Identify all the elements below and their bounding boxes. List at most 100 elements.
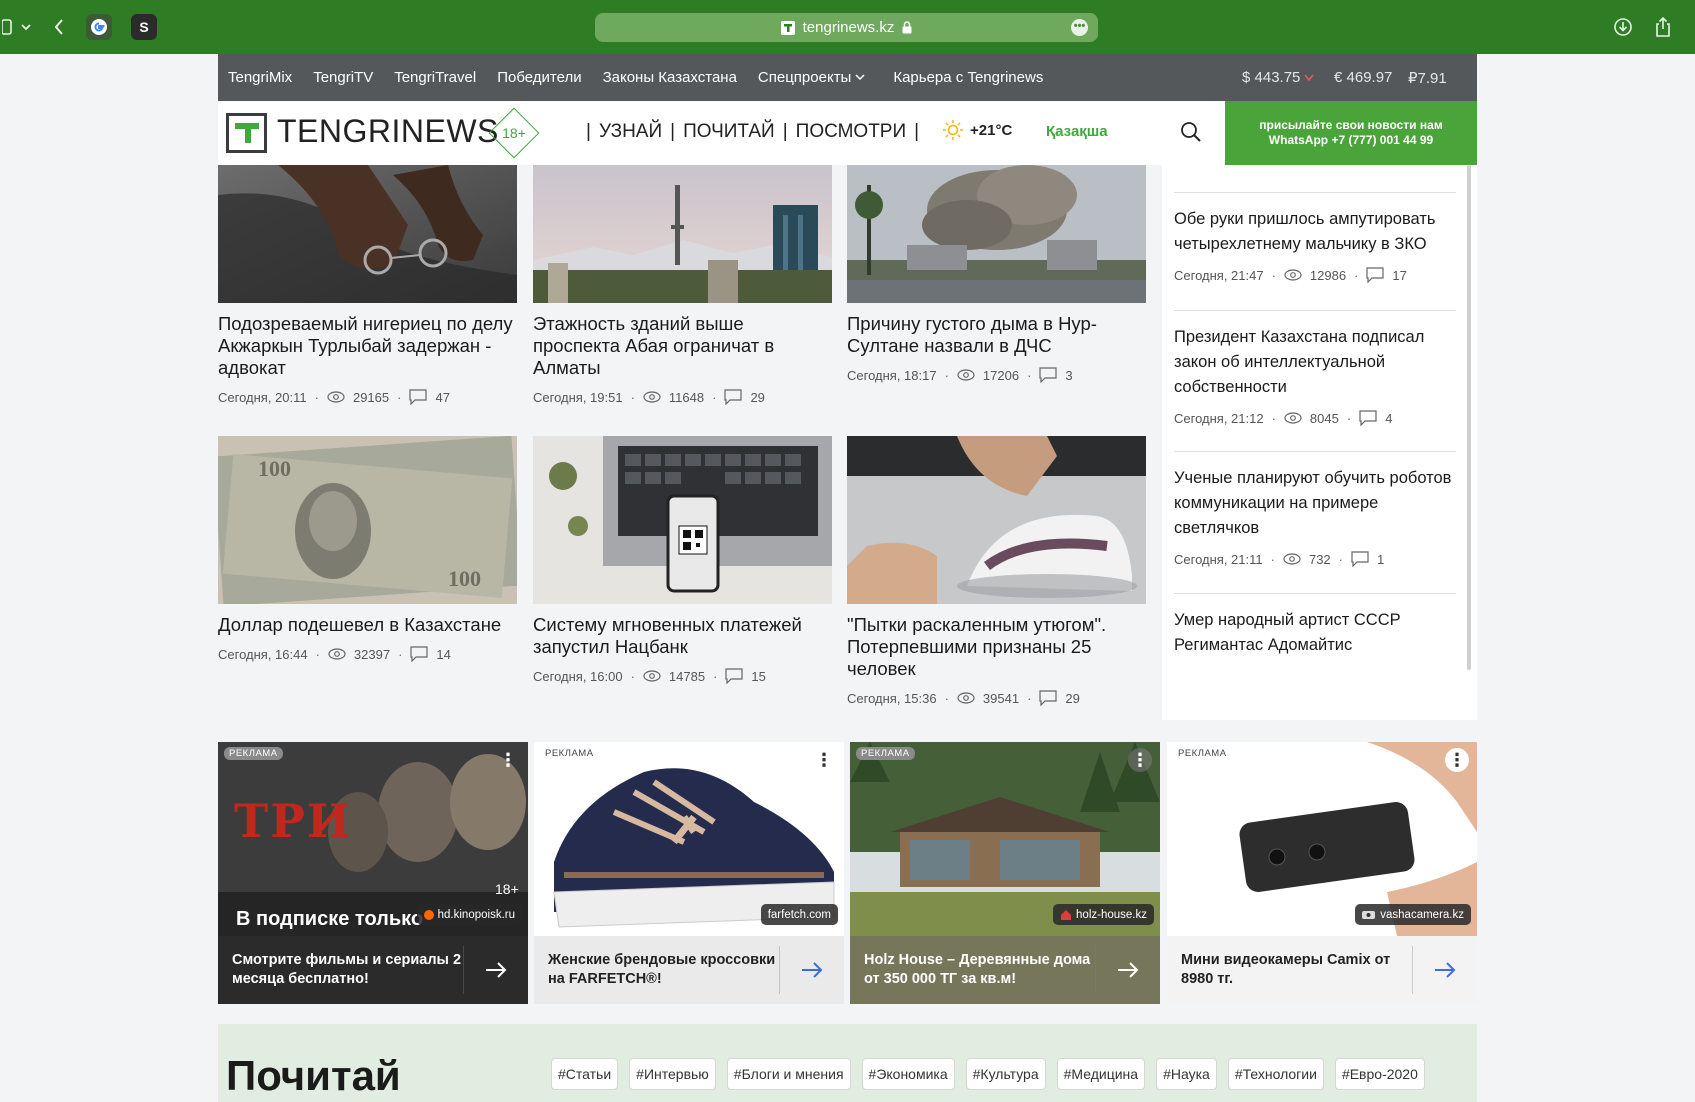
views-icon: [328, 648, 346, 660]
views-icon: [327, 391, 345, 403]
ad-vashacamera[interactable]: РЕКЛАМА ⋮ vashacamera.kz Мини видеокамер…: [1167, 742, 1477, 1004]
tag-interviews[interactable]: #Интервью: [629, 1058, 716, 1090]
search-icon[interactable]: [1180, 121, 1202, 148]
ad-menu-icon[interactable]: ⋮: [812, 748, 836, 772]
section-learn[interactable]: УЗНАЙ: [599, 121, 662, 143]
news-image-almaty[interactable]: [533, 165, 832, 303]
sidebar-news-item[interactable]: Президент Казахстана подписал закон об и…: [1174, 310, 1456, 426]
news-views: 11648: [668, 389, 705, 405]
ad-kinopoisk[interactable]: ТРИ В подписке только 18+ РЕКЛАМА ⋮ hd.k…: [218, 742, 528, 1004]
tag-medicine[interactable]: #Медицина: [1056, 1058, 1146, 1090]
ad-menu-icon[interactable]: ⋮: [1445, 748, 1469, 772]
views-icon: [1284, 412, 1302, 424]
news-meta: Сегодня, 21:11 · 732 · 1: [1174, 551, 1385, 567]
logo-text[interactable]: TENGRINEWS: [277, 113, 499, 150]
whatsapp-banner[interactable]: присылайте свои новости нам WhatsApp +7 …: [1225, 101, 1477, 165]
sidebar-news-title[interactable]: Президент Казахстана подписал закон об и…: [1174, 325, 1456, 400]
language-switch[interactable]: Қазақша: [1046, 123, 1108, 140]
section-read[interactable]: ПОЧИТАЙ: [683, 121, 775, 143]
comments-icon: [1039, 690, 1058, 706]
tag-list: #Статьи #Интервью #Блоги и мнения #Эконо…: [551, 1058, 1425, 1090]
news-views: 39541: [982, 690, 1020, 706]
sidebar-news-item[interactable]: Ученые планируют обучить роботов коммуни…: [1174, 451, 1456, 567]
nav-item-career[interactable]: Карьера с Tengrinews: [893, 69, 1043, 86]
sidebar-news-item[interactable]: Обе руки пришлось ампутировать четырехле…: [1174, 192, 1456, 283]
news-title[interactable]: Этажность зданий выше проспекта Абая огр…: [533, 313, 832, 379]
back-icon[interactable]: [48, 12, 70, 42]
news-title[interactable]: Подозреваемый нигериец по делу Акжаркын …: [218, 313, 517, 379]
read-section-title[interactable]: Почитай: [226, 1052, 401, 1100]
section-separator: |: [782, 121, 788, 142]
ad-domain: holz-house.kz: [1053, 904, 1154, 925]
news-image-iron[interactable]: [847, 436, 1146, 604]
s-tab-icon[interactable]: S: [131, 14, 157, 40]
ad-holz-house[interactable]: РЕКЛАМА ⋮ holz-house.kz Holz House – Дер…: [850, 742, 1160, 1004]
arrow-right-icon[interactable]: [1095, 946, 1160, 994]
news-card[interactable]: 100 100 Доллар подешевел в Казахстане Се…: [218, 436, 517, 662]
tag-culture[interactable]: #Культура: [965, 1058, 1046, 1090]
nav-item-tengrimix[interactable]: TengriMix: [228, 69, 292, 86]
sidebar-news-title[interactable]: Умер народный артист СССР Регимантас Адо…: [1174, 608, 1456, 658]
weather-widget[interactable]: +21°C: [942, 119, 1012, 141]
sidebar-news-item[interactable]: Умер народный артист СССР Регимантас Адо…: [1174, 593, 1456, 658]
news-title[interactable]: "Пытки раскаленным утюгом". Потерпевшими…: [847, 614, 1146, 680]
news-image-dollars[interactable]: 100 100: [218, 436, 517, 604]
tag-science[interactable]: #Наука: [1156, 1058, 1217, 1090]
news-views: 32397: [353, 646, 391, 662]
ad-menu-icon[interactable]: ⋮: [1128, 748, 1152, 772]
tag-euro-2020[interactable]: #Евро-2020: [1334, 1058, 1425, 1090]
news-title[interactable]: Причину густого дыма в Нур-Султане назва…: [847, 313, 1146, 357]
nav-item-tengritv[interactable]: TengriTV: [313, 69, 373, 86]
sidebar-icon[interactable]: [0, 12, 14, 42]
whatsapp-line1: присылайте свои новости нам: [1259, 118, 1443, 132]
sidebar-scrollbar[interactable]: [1467, 165, 1471, 670]
download-icon[interactable]: [1612, 12, 1634, 42]
ad-domain-text: holz-house.kz: [1076, 908, 1147, 921]
section-watch[interactable]: ПОСМОТРИ: [796, 121, 906, 143]
news-card[interactable]: Подозреваемый нигериец по делу Акжаркын …: [218, 165, 517, 405]
nav-item-laws[interactable]: Законы Казахстана: [603, 69, 737, 86]
nav-item-tengritravel[interactable]: TengriTravel: [394, 69, 476, 86]
share-icon[interactable]: [1652, 12, 1674, 42]
google-tab-icon[interactable]: [86, 14, 112, 40]
sidebar-news-title[interactable]: Обе руки пришлось ампутировать четырехле…: [1174, 207, 1456, 257]
arrow-right-icon[interactable]: [463, 946, 528, 994]
arrow-right-icon[interactable]: [1412, 946, 1477, 994]
ad-farfetch[interactable]: РЕКЛАМА ⋮ farfetch.com Женские брендовые…: [534, 742, 844, 1004]
tag-economy[interactable]: #Экономика: [861, 1058, 955, 1090]
ad-footer[interactable]: Holz House – Деревянные дома от 350 000 …: [850, 936, 1160, 1004]
ad-footer[interactable]: Женские брендовые кроссовки на FARFETCH®…: [534, 936, 844, 1004]
ad-footer[interactable]: Смотрите фильмы и сериалы 2 месяца беспл…: [218, 936, 528, 1004]
more-icon[interactable]: •••: [1071, 19, 1088, 36]
ad-domain: farfetch.com: [760, 904, 838, 925]
nav-item-winners[interactable]: Победители: [497, 69, 581, 86]
comments-icon: [724, 389, 743, 405]
section-nav: | УЗНАЙ | ПОЧИТАЙ | ПОСМОТРИ |: [586, 121, 919, 143]
ad-menu-icon[interactable]: ⋮: [496, 748, 520, 772]
news-card[interactable]: Этажность зданий выше проспекта Абая огр…: [533, 165, 832, 405]
news-title[interactable]: Систему мгновенных платежей запустил Нац…: [533, 614, 832, 658]
chevron-down-icon[interactable]: [855, 74, 865, 81]
tag-articles[interactable]: #Статьи: [551, 1058, 619, 1090]
chevron-down-icon[interactable]: [18, 12, 34, 42]
ad-footer[interactable]: Мини видеокамеры Camix от 8980 тг.: [1167, 936, 1477, 1004]
news-title[interactable]: Доллар подешевел в Казахстане: [218, 614, 517, 636]
views-icon: [957, 369, 975, 381]
tag-blogs[interactable]: #Блоги и мнения: [726, 1058, 851, 1090]
news-card[interactable]: Причину густого дыма в Нур-Султане назва…: [847, 165, 1146, 383]
news-image-smoke[interactable]: [847, 165, 1146, 303]
logo-icon[interactable]: [226, 113, 267, 153]
sidebar-news-title[interactable]: Ученые планируют обучить роботов коммуни…: [1174, 466, 1456, 541]
nav-item-specprojects[interactable]: Спецпроекты: [758, 69, 851, 86]
top-navigation: TengriMix TengriTV TengriTravel Победите…: [218, 54, 1477, 101]
tag-technology[interactable]: #Технологии: [1227, 1058, 1324, 1090]
news-card[interactable]: Систему мгновенных платежей запустил Нац…: [533, 436, 832, 684]
address-bar[interactable]: tengrinews.kz •••: [595, 13, 1098, 42]
news-card[interactable]: "Пытки раскаленным утюгом". Потерпевшими…: [847, 436, 1146, 706]
arrow-right-icon[interactable]: [779, 946, 844, 994]
lock-icon: [902, 21, 912, 34]
news-image-handcuffs[interactable]: [218, 165, 517, 303]
whatsapp-line2: WhatsApp +7 (777) 001 44 99: [1268, 133, 1434, 147]
news-image-laptop[interactable]: [533, 436, 832, 604]
news-comments: 17: [1392, 267, 1407, 283]
